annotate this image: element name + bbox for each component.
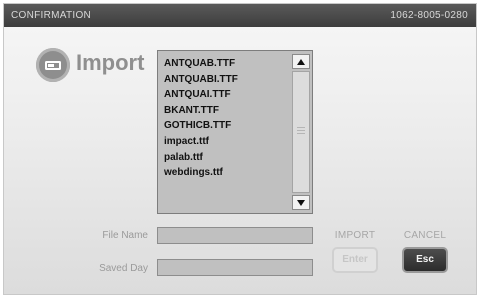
- scroll-grip: [297, 130, 305, 131]
- scroll-up-button[interactable]: [292, 54, 310, 69]
- scrollbar[interactable]: [292, 54, 310, 210]
- import-caption: IMPORT: [334, 230, 376, 241]
- file-list-item[interactable]: palab.ttf: [164, 150, 238, 166]
- scroll-grip: [297, 127, 305, 128]
- file-list-item[interactable]: impact.ttf: [164, 134, 238, 150]
- file-list-item[interactable]: ANTQUAB.TTF: [164, 56, 238, 72]
- cancel-button[interactable]: Esc: [402, 247, 448, 273]
- file-list-item[interactable]: ANTQUABI.TTF: [164, 72, 238, 88]
- arrow-up-icon: [297, 59, 305, 65]
- scroll-track[interactable]: [292, 71, 310, 193]
- file-list-item[interactable]: BKANT.TTF: [164, 103, 238, 119]
- file-list[interactable]: ANTQUAB.TTF ANTQUABI.TTF ANTQUAI.TTF BKANT.…: [157, 50, 313, 214]
- file-list-item[interactable]: webdings.ttf: [164, 165, 238, 181]
- file-list-item[interactable]: GOTHICB.TTF: [164, 118, 238, 134]
- scroll-down-button[interactable]: [292, 195, 310, 210]
- import-button[interactable]: Enter: [332, 247, 378, 273]
- cancel-caption: CANCEL: [403, 230, 447, 241]
- dialog-code: 1062-8005-0280: [390, 10, 468, 21]
- saved-day-label: Saved Day: [99, 263, 148, 274]
- scroll-grip: [297, 133, 305, 134]
- dialog-title: CONFIRMATION: [11, 10, 92, 21]
- arrow-down-icon: [297, 200, 305, 206]
- file-list-item[interactable]: ANTQUAI.TTF: [164, 87, 238, 103]
- saved-day-field[interactable]: [157, 259, 313, 276]
- file-name-field[interactable]: [157, 227, 313, 244]
- title-bar: CONFIRMATION 1062-8005-0280: [4, 4, 476, 27]
- confirmation-dialog: CONFIRMATION 1062-8005-0280 Import ANTQU…: [4, 4, 476, 294]
- import-icon: [36, 48, 70, 82]
- file-name-label: File Name: [102, 230, 148, 241]
- import-heading: Import: [76, 50, 145, 75]
